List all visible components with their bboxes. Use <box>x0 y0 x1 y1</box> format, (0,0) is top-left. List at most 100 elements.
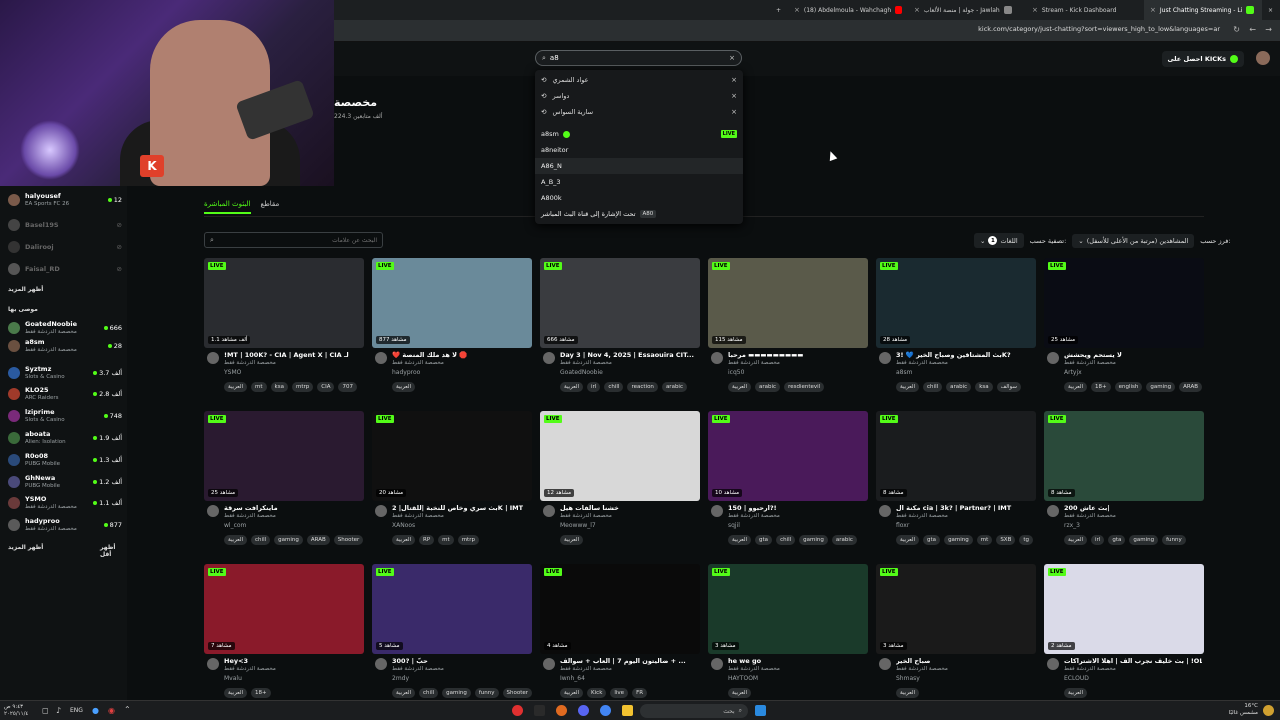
streamer-name[interactable]: XANoos <box>392 522 415 529</box>
sidebar-item-halyousef[interactable]: halyousef EA Sports FC 26 12 <box>8 189 122 211</box>
streamer-name[interactable]: icq50 <box>728 369 744 376</box>
stream-card[interactable]: LIVE 8 مشاهد بث عاش 200| مخصصة الدردشة ف… <box>1044 411 1204 551</box>
stream-category[interactable]: مخصصة الدردشة فقط <box>896 513 948 519</box>
close-icon[interactable]: × <box>1032 6 1038 14</box>
tag-chip[interactable]: سوالف <box>996 382 1021 392</box>
stream-title[interactable]: ضاليتون اليوم 7 | العاب + سوالف + ... <box>560 657 698 665</box>
tab-live[interactable]: البثوث المباشرة <box>204 200 251 214</box>
close-icon[interactable]: × <box>794 6 800 14</box>
stream-category[interactable]: مخصصة الدردشة فقط <box>224 360 276 366</box>
search-suggestion[interactable]: a8sm LIVE <box>535 126 743 142</box>
tag-chip[interactable]: mt <box>438 535 454 545</box>
language-indicator[interactable]: ENG <box>70 707 83 714</box>
sidebar-item-ysmo[interactable]: YSMO مخصصة الدردشة فقط 1.1 ألف <box>8 492 122 514</box>
tag-chip[interactable]: chill <box>776 535 796 545</box>
avatar[interactable] <box>1047 505 1059 517</box>
tag-chip[interactable]: العربية <box>896 688 920 698</box>
tag-chip[interactable]: 18+ <box>251 688 271 698</box>
get-kicks-button[interactable]: احصل على KICKs <box>1161 51 1244 67</box>
avatar[interactable] <box>207 505 219 517</box>
stream-category[interactable]: مخصصة الدردشة فقط <box>896 360 948 366</box>
tag-chip[interactable]: RP <box>419 535 435 545</box>
stream-thumbnail[interactable]: LIVE 5 مشاهد <box>372 564 532 654</box>
tag-chip[interactable]: CIA <box>317 382 335 392</box>
tag-chip[interactable]: chill <box>251 535 271 545</box>
stream-title[interactable]: بث خليف نجرب الف | اهلا الاشتراكات | !OL <box>1064 657 1202 665</box>
avatar[interactable] <box>543 352 555 364</box>
tag-chip[interactable]: العربية <box>392 382 416 392</box>
stream-thumbnail[interactable]: LIVE 8 مشاهد <box>1044 411 1204 501</box>
stream-category[interactable]: مخصصة الدردشة فقط <box>1064 666 1116 672</box>
stream-card[interactable]: LIVE 7 مشاهد Hey<3 مخصصة الدردشة فقط Mva… <box>204 564 364 704</box>
stream-category[interactable]: مخصصة الدردشة فقط <box>728 666 780 672</box>
sidebar-item-basel19s[interactable]: Basel19S ⊘ <box>8 214 122 236</box>
stream-thumbnail[interactable]: LIVE 28 مشاهد <box>876 258 1036 348</box>
avatar[interactable] <box>1047 352 1059 364</box>
streamer-name[interactable]: sqjil <box>728 522 740 529</box>
avatar[interactable] <box>543 658 555 670</box>
stream-category[interactable]: مخصصة الدردشة فقط <box>1064 513 1116 519</box>
avatar[interactable] <box>375 352 387 364</box>
tag-search-input[interactable] <box>217 236 377 244</box>
streamer-name[interactable]: a8sm <box>896 369 912 376</box>
back-icon[interactable]: ← <box>1249 25 1256 34</box>
sidebar-item-ghnewa[interactable]: GhNewa PUBG Mobile 1.2 ألف <box>8 471 122 493</box>
record-app-icon[interactable] <box>512 705 523 716</box>
tag-chip[interactable]: 707 <box>338 382 357 392</box>
streamer-name[interactable]: Shmasy <box>896 675 920 682</box>
tag-chip[interactable]: FR <box>632 688 648 698</box>
stream-title[interactable]: مكنة ال cia | 3k? | Partner? | IMT <box>896 504 1034 512</box>
stream-thumbnail[interactable]: LIVE 25 مشاهد <box>1044 258 1204 348</box>
stream-card[interactable]: LIVE 2 مشاهد بث خليف نجرب الف | اهلا الا… <box>1044 564 1204 704</box>
stream-title[interactable]: لا يستحم ويحشش <box>1064 351 1202 359</box>
tag-chip[interactable]: resdientevil <box>784 382 825 392</box>
sidebar-item-lziprime[interactable]: lziprime Slots & Casino 748 <box>8 405 122 427</box>
stream-thumbnail[interactable]: LIVE 4 مشاهد <box>540 564 700 654</box>
streamer-name[interactable]: hadyproo <box>392 369 420 376</box>
stream-card[interactable]: LIVE 666 مشاهد Day 3 | Nov 4, 2025 | Ess… <box>540 258 700 398</box>
tag-chip[interactable]: العربية <box>1064 382 1088 392</box>
stream-card[interactable]: LIVE 28 مشاهد بث المشتاقين وصباح الخير 💙… <box>876 258 1036 398</box>
url-field[interactable]: kick.com/category/just-chatting?sort=vie… <box>978 25 1220 33</box>
streamer-name[interactable]: HAYTOOM <box>728 675 758 682</box>
chevron-up-icon[interactable]: ⌃ <box>124 705 131 714</box>
tag-chip[interactable]: arabic <box>661 382 687 392</box>
tag-chip[interactable]: العربية <box>560 688 584 698</box>
remove-icon[interactable]: × <box>731 108 737 116</box>
sidebar-item-aboata[interactable]: aboata Alien: Isolation 1.9 ألف <box>8 427 122 449</box>
sidebar-item-a8sm[interactable]: a8sm مخصصة الدردشة فقط 28 <box>8 335 122 357</box>
remove-icon[interactable]: × <box>731 76 737 84</box>
stream-thumbnail[interactable]: LIVE 666 مشاهد <box>540 258 700 348</box>
app-icon[interactable] <box>534 705 545 716</box>
browser-tab-1[interactable]: × (18) Abdelmoula - Wahchagh <box>788 0 908 20</box>
stream-card[interactable]: LIVE 8 مشاهد مكنة ال cia | 3k? | Partner… <box>876 411 1036 551</box>
tag-chip[interactable]: العربية <box>1064 535 1088 545</box>
avatar[interactable] <box>1047 658 1059 670</box>
stream-thumbnail[interactable]: LIVE 25 مشاهد <box>204 411 364 501</box>
stream-title[interactable]: he we go <box>728 657 866 665</box>
search-suggestion[interactable]: a8neitor <box>535 142 743 158</box>
tag-chip[interactable]: ARAB <box>1179 382 1203 392</box>
stream-category[interactable]: مخصصة الدردشة فقط <box>728 360 780 366</box>
mic-icon[interactable]: ● <box>92 706 99 715</box>
tag-chip[interactable]: العربية <box>224 688 248 698</box>
stream-card[interactable]: LIVE 115 مشاهد مرحبا ▬▬▬▬▬▬▬▬▬ مخصصة الد… <box>708 258 868 398</box>
clear-search-icon[interactable]: × <box>729 54 735 62</box>
tag-chip[interactable]: irl <box>587 382 601 392</box>
tag-chip[interactable]: gta <box>1108 535 1126 545</box>
sidebar-item-faisal[interactable]: Faisal_RD ⊘ <box>8 258 122 280</box>
search-tag-hint[interactable]: تحت الإشارة إلى قناة البث المباشر A80 <box>535 206 743 222</box>
stream-thumbnail[interactable]: LIVE 7 مشاهد <box>204 564 364 654</box>
tag-chip[interactable]: gta <box>755 535 773 545</box>
tag-chip[interactable]: العربية <box>224 535 248 545</box>
stream-card[interactable]: LIVE 877 مشاهد ❤️ لا هد ملك المنصة 🛑 مخص… <box>372 258 532 398</box>
avatar[interactable] <box>711 352 723 364</box>
browser-tab-2[interactable]: × جولة | منصة الألعاب - Jawlah <box>908 0 1026 20</box>
tag-chip[interactable]: chill <box>419 688 439 698</box>
tag-chip[interactable]: funny <box>474 688 499 698</box>
tag-chip[interactable]: live <box>610 688 629 698</box>
tag-chip[interactable]: arabic <box>755 382 781 392</box>
stream-thumbnail[interactable]: LIVE 2 مشاهد <box>1044 564 1204 654</box>
notification-icon[interactable]: ◻ <box>42 706 49 715</box>
tag-chip[interactable]: english <box>1114 382 1143 392</box>
